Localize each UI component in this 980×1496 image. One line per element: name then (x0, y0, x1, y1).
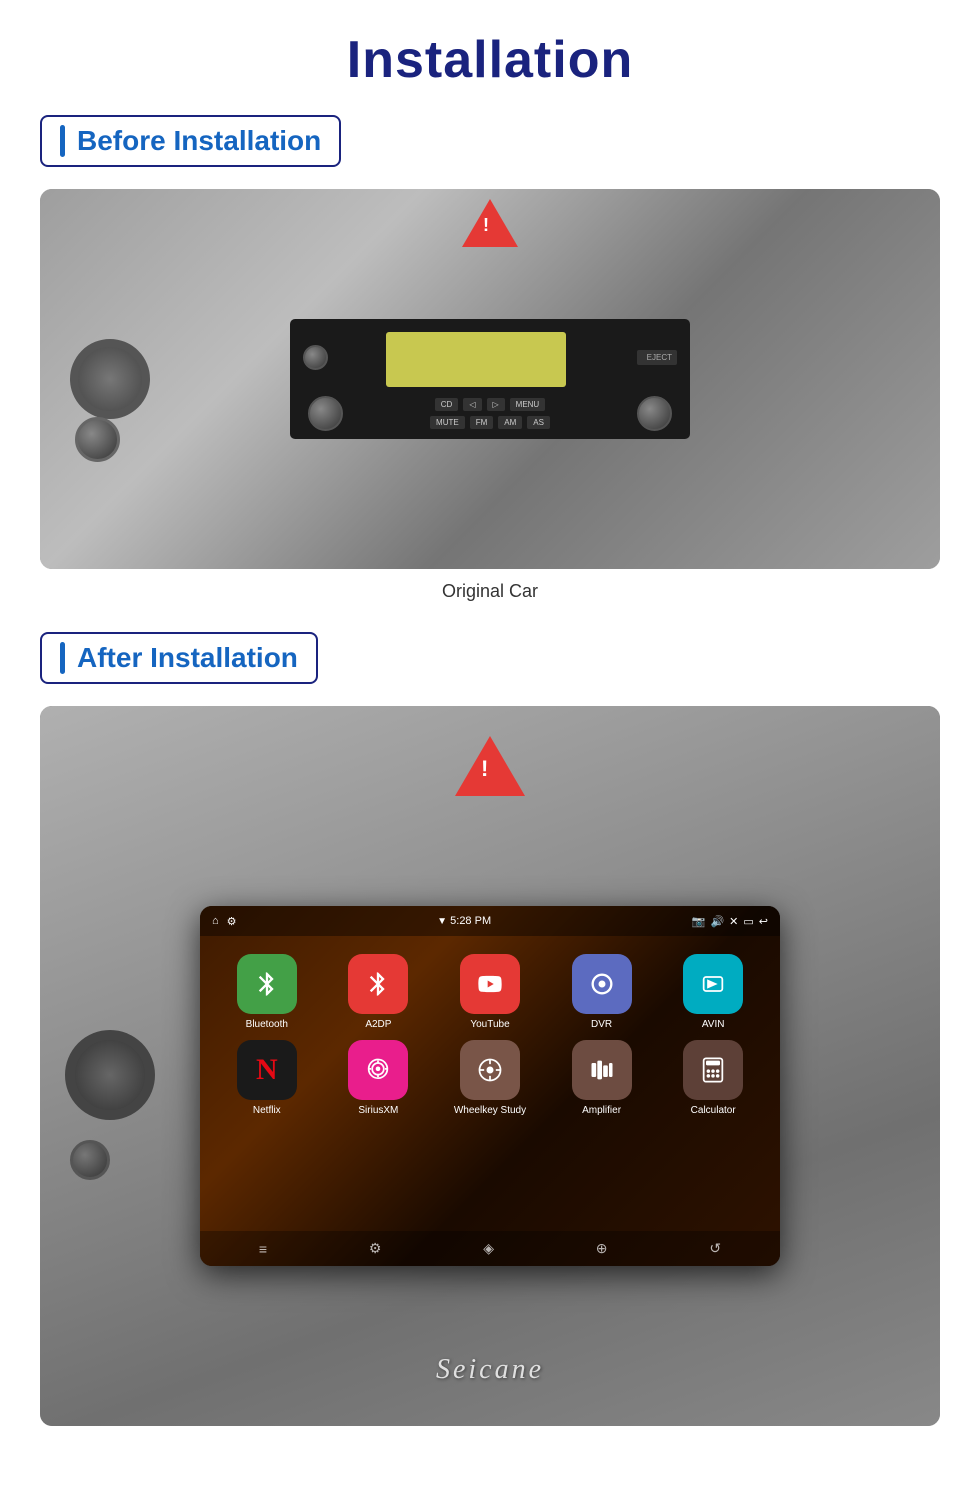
app-item-netflix[interactable]: N Netflix (227, 1040, 307, 1116)
calculator-label: Calculator (691, 1105, 736, 1116)
app-item-calculator[interactable]: Calculator (673, 1040, 753, 1116)
a2dp-app-icon (348, 954, 408, 1014)
before-caption: Original Car (40, 581, 940, 602)
bottom-icon-3: ◈ (483, 1240, 494, 1257)
status-bar-time: ▼ 5:28 PM (437, 915, 491, 927)
app-item-a2dp[interactable]: A2DP (338, 954, 418, 1030)
before-label-text: Before Installation (77, 125, 321, 157)
bottom-icon-1: ≡ (259, 1241, 267, 1257)
home-icon[interactable]: ⌂ (212, 915, 219, 927)
ignition (75, 417, 120, 462)
steering-wheel (70, 339, 150, 419)
x-icon: ✕ (729, 915, 738, 928)
signal-icon: ⚙ (227, 915, 237, 928)
app-item-dvr[interactable]: DVR (562, 954, 642, 1030)
volume-icon: 🔊 (710, 915, 724, 928)
app-item-bluetooth[interactable]: Bluetooth (227, 954, 307, 1030)
original-radio-unit: EJECT CD ◁ ▷ MENU MUTE FM (290, 319, 690, 439)
dvr-app-icon (572, 954, 632, 1014)
android-head-unit[interactable]: ⌂ ⚙ ▼ 5:28 PM 📷 🔊 ✕ ▭ ↩ (200, 906, 780, 1266)
after-label-text: After Installation (77, 642, 298, 674)
wheelkey-app-icon (460, 1040, 520, 1100)
before-installation-label: Before Installation (40, 115, 341, 167)
amplifier-app-icon (572, 1040, 632, 1100)
status-bar: ⌂ ⚙ ▼ 5:28 PM 📷 🔊 ✕ ▭ ↩ (200, 906, 780, 936)
app-row-1: Bluetooth A2DP (215, 954, 765, 1030)
avin-label: AVIN (702, 1019, 725, 1030)
app-item-youtube[interactable]: YouTube (450, 954, 530, 1030)
radio-button-group: CD ◁ ▷ MENU MUTE FM AM AS (343, 398, 637, 429)
app-row-2: N Netflix (215, 1040, 765, 1116)
netflix-label: Netflix (253, 1105, 281, 1116)
after-installation-label: After Installation (40, 632, 318, 684)
wheelkey-label: Wheelkey Study (454, 1105, 526, 1116)
rect-icon: ▭ (743, 915, 753, 928)
calculator-app-icon (683, 1040, 743, 1100)
radio-knob-right (637, 396, 672, 431)
hazard-triangle-after (455, 736, 525, 796)
after-installation-image: ⌂ ⚙ ▼ 5:28 PM 📷 🔊 ✕ ▭ ↩ (40, 706, 940, 1426)
youtube-label: YouTube (470, 1019, 509, 1030)
amplifier-label: Amplifier (582, 1105, 621, 1116)
label-bar (60, 125, 65, 157)
siriusxm-app-icon (348, 1040, 408, 1100)
after-car-photo: ⌂ ⚙ ▼ 5:28 PM 📷 🔊 ✕ ▭ ↩ (40, 706, 940, 1426)
android-bottom-bar: ≡ ⚙ ◈ ⊕ ↺ (200, 1231, 780, 1266)
app-item-siriusxm[interactable]: SiriusXM (338, 1040, 418, 1116)
page-container: Installation Before Installation (0, 0, 980, 1476)
wifi-icon: ▼ (437, 916, 447, 927)
hazard-triangle-before (462, 199, 518, 247)
avin-app-icon (683, 954, 743, 1014)
back-icon[interactable]: ↩ (759, 915, 768, 928)
dvr-label: DVR (591, 1019, 612, 1030)
seicane-branding: Seicane (436, 1354, 544, 1386)
app-item-amplifier[interactable]: Amplifier (562, 1040, 642, 1116)
bottom-icon-2: ⚙ (369, 1240, 382, 1257)
app-grid: Bluetooth A2DP (200, 936, 780, 1231)
after-label-bar (60, 642, 65, 674)
screen-content: ⌂ ⚙ ▼ 5:28 PM 📷 🔊 ✕ ▭ ↩ (200, 906, 780, 1266)
radio-screen (386, 332, 566, 387)
app-item-wheelkey[interactable]: Wheelkey Study (450, 1040, 530, 1116)
bottom-icon-5: ↺ (709, 1240, 721, 1257)
bluetooth-label: Bluetooth (246, 1019, 288, 1030)
after-steering-area (65, 1030, 155, 1180)
camera-status-icon: 📷 (692, 915, 706, 928)
status-bar-right: 📷 🔊 ✕ ▭ ↩ (692, 915, 768, 928)
before-car-photo: EJECT CD ◁ ▷ MENU MUTE FM (40, 189, 940, 569)
bluetooth-app-icon (237, 954, 297, 1014)
app-item-avin[interactable]: AVIN (673, 954, 753, 1030)
siriusxm-label: SiriusXM (358, 1105, 398, 1116)
netflix-app-icon: N (237, 1040, 297, 1100)
youtube-app-icon (460, 954, 520, 1014)
page-title: Installation (40, 0, 940, 115)
seicane-text: Seicane (436, 1354, 544, 1385)
status-bar-left: ⌂ ⚙ (212, 915, 237, 928)
a2dp-label: A2DP (365, 1019, 391, 1030)
radio-knob-left (308, 396, 343, 431)
radio-buttons: CD ◁ ▷ MENU MUTE FM AM AS (298, 396, 682, 431)
bottom-icon-4: ⊕ (596, 1240, 608, 1257)
before-installation-image: EJECT CD ◁ ▷ MENU MUTE FM (40, 189, 940, 569)
